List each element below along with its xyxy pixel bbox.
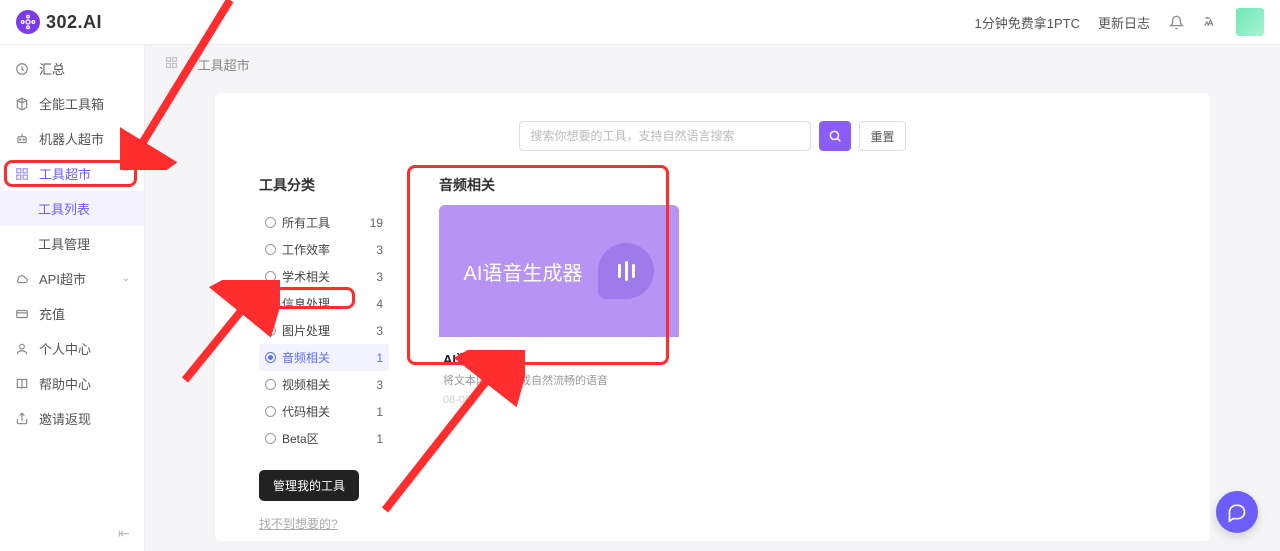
app-header: 302.AI 1分钟免费拿1PTC 更新日志 <box>0 0 1280 45</box>
nav-label: 汇总 <box>39 59 65 78</box>
nav-label: 全能工具箱 <box>39 94 104 113</box>
radio-icon <box>265 352 276 363</box>
nav-label: API超市 <box>39 269 86 288</box>
header-actions: 1分钟免费拿1PTC 更新日志 <box>975 8 1264 36</box>
radio-icon <box>265 433 276 444</box>
manage-tools-button[interactable]: 管理我的工具 <box>259 470 359 501</box>
nav-tool-manage[interactable]: 工具管理 <box>0 226 144 261</box>
translate-icon[interactable] <box>1202 14 1218 30</box>
category-beta[interactable]: Beta区1 <box>259 425 389 452</box>
radio-icon <box>265 217 276 228</box>
thumb-text: AI语音生成器 <box>464 257 583 286</box>
search-button[interactable] <box>819 121 851 151</box>
nav-invite[interactable]: 邀请返现 <box>0 401 144 436</box>
nav-api-market[interactable]: API超市 ⌄ <box>0 261 144 296</box>
user-avatar[interactable] <box>1236 8 1264 36</box>
brand-logo[interactable]: 302.AI <box>16 10 102 34</box>
category-info[interactable]: 信息处理4 <box>259 290 389 317</box>
search-row: 重置 <box>259 121 1166 151</box>
tool-card-name: AI语音生成器 <box>443 349 675 368</box>
nav-label: 机器人超市 <box>39 129 104 148</box>
radio-icon <box>265 379 276 390</box>
category-academic[interactable]: 学术相关3 <box>259 263 389 290</box>
breadcrumb: / 工具超市 <box>145 45 1280 83</box>
nav-label: 个人中心 <box>39 339 91 358</box>
robot-icon <box>14 131 29 146</box>
search-icon <box>828 129 842 143</box>
brand-icon <box>16 10 40 34</box>
nav-robot-market[interactable]: 机器人超市 ⌄ <box>0 121 144 156</box>
wallet-icon <box>14 306 29 321</box>
share-icon <box>14 411 29 426</box>
radio-icon <box>265 325 276 336</box>
radio-icon <box>265 406 276 417</box>
user-icon <box>14 341 29 356</box>
category-video[interactable]: 视频相关3 <box>259 371 389 398</box>
not-found-link[interactable]: 找不到想要的? <box>259 515 389 532</box>
section-title: 音频相关 <box>439 175 1166 195</box>
nav-recharge[interactable]: 充值 <box>0 296 144 331</box>
bell-icon[interactable] <box>1168 14 1184 30</box>
nav-label: 充值 <box>39 304 65 323</box>
grid-icon <box>14 166 29 181</box>
nav-toolbox[interactable]: 全能工具箱 <box>0 86 144 121</box>
nav-label: 工具列表 <box>38 199 90 218</box>
tools-area: 音频相关 AI语音生成器 AI语音生成器 将文本内容转换成自然流畅的语音 08-… <box>439 175 1166 410</box>
category-all[interactable]: 所有工具19 <box>259 209 389 236</box>
main-area: / 工具超市 重置 工具分类 所有工具19 工作效率3 学术相关3 信息处理4 … <box>145 45 1280 551</box>
brand-text: 302.AI <box>46 12 102 33</box>
category-title: 工具分类 <box>259 175 389 195</box>
chevron-up-icon: ⌃ <box>122 168 130 179</box>
search-input[interactable] <box>519 121 811 151</box>
tool-card-thumb: AI语音生成器 <box>439 205 679 337</box>
tool-card-desc: 将文本内容转换成自然流畅的语音 <box>443 372 675 388</box>
content-card: 重置 工具分类 所有工具19 工作效率3 学术相关3 信息处理4 图片处理3 音… <box>215 93 1210 541</box>
nav-tool-list[interactable]: 工具列表 <box>0 191 144 226</box>
nav-summary[interactable]: 汇总 <box>0 51 144 86</box>
category-panel: 工具分类 所有工具19 工作效率3 学术相关3 信息处理4 图片处理3 音频相关… <box>259 175 389 532</box>
radio-icon <box>265 244 276 255</box>
category-audio[interactable]: 音频相关1 <box>259 344 389 371</box>
book-icon <box>14 376 29 391</box>
cloud-icon <box>14 271 29 286</box>
category-image[interactable]: 图片处理3 <box>259 317 389 344</box>
chat-fab[interactable] <box>1216 491 1258 533</box>
nav-label: 工具管理 <box>38 234 90 253</box>
radio-icon <box>265 271 276 282</box>
chevron-down-icon: ⌄ <box>122 133 130 144</box>
category-code[interactable]: 代码相关1 <box>259 398 389 425</box>
tool-card-date: 08-08 <box>443 394 675 406</box>
tool-card-ai-voice[interactable]: AI语音生成器 AI语音生成器 将文本内容转换成自然流畅的语音 08-08 <box>439 205 679 410</box>
reset-button[interactable]: 重置 <box>859 121 905 151</box>
chat-icon <box>1227 502 1247 522</box>
changelog-link[interactable]: 更新日志 <box>1098 13 1150 32</box>
cube-icon <box>14 96 29 111</box>
collapse-sidebar-icon[interactable]: ⇤ <box>118 525 134 541</box>
dashboard-icon <box>14 61 29 76</box>
nav-tool-market[interactable]: 工具超市 ⌃ <box>0 156 144 191</box>
radio-icon <box>265 298 276 309</box>
nav-label: 邀请返现 <box>39 409 91 428</box>
sidebar: 汇总 全能工具箱 机器人超市 ⌄ 工具超市 ⌃ 工具列表 工具管理 API超市 … <box>0 45 145 551</box>
nav-label: 工具超市 <box>39 164 91 183</box>
nav-profile[interactable]: 个人中心 <box>0 331 144 366</box>
nav-help[interactable]: 帮助中心 <box>0 366 144 401</box>
breadcrumb-item[interactable]: 工具超市 <box>198 55 250 74</box>
grid-icon <box>165 56 178 72</box>
nav-label: 帮助中心 <box>39 374 91 393</box>
chevron-down-icon: ⌄ <box>122 273 130 284</box>
promo-link[interactable]: 1分钟免费拿1PTC <box>975 13 1080 32</box>
audio-wave-icon <box>598 243 654 299</box>
tool-card-meta: AI语音生成器 将文本内容转换成自然流畅的语音 08-08 <box>439 337 679 410</box>
category-productivity[interactable]: 工作效率3 <box>259 236 389 263</box>
